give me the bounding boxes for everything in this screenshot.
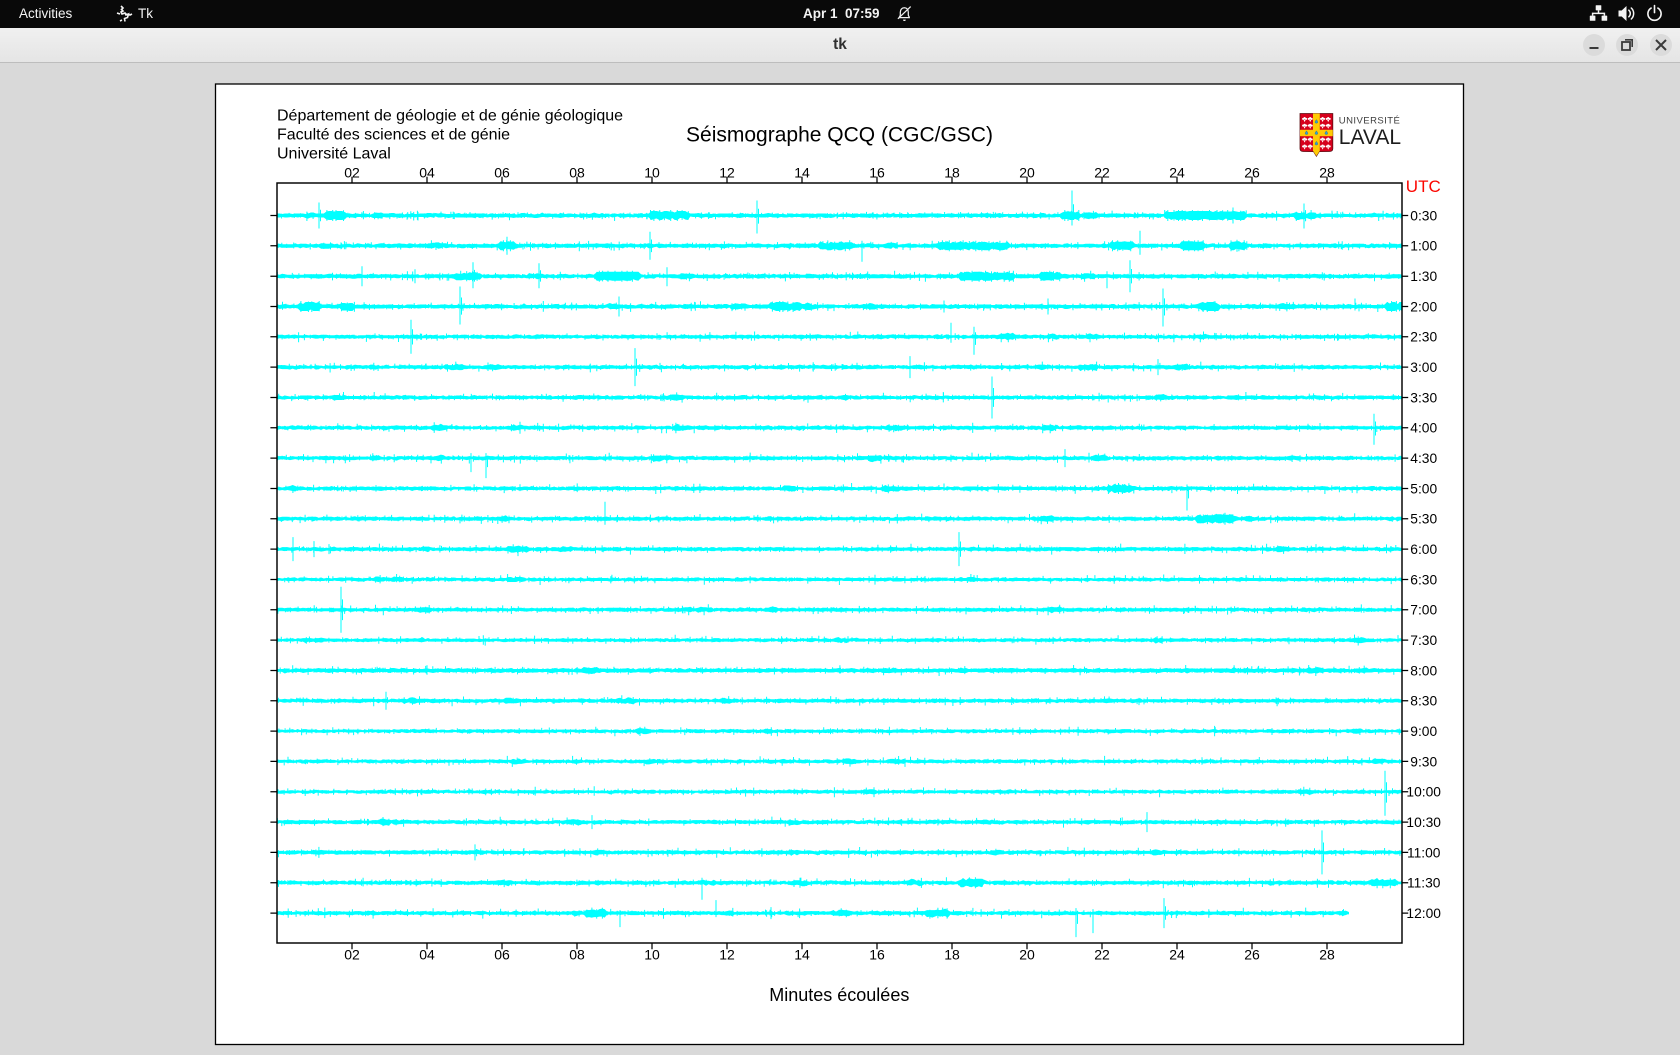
svg-text:UNIVERSITÉ: UNIVERSITÉ	[1339, 115, 1401, 126]
svg-text:16: 16	[869, 165, 885, 181]
svg-text:10: 10	[644, 165, 660, 181]
svg-text:Minutes écoulées: Minutes écoulées	[769, 985, 909, 1005]
svg-text:20: 20	[1019, 165, 1035, 181]
svg-text:1:00: 1:00	[1410, 239, 1437, 254]
svg-text:28: 28	[1319, 947, 1335, 963]
svg-text:04: 04	[419, 165, 435, 181]
svg-text:26: 26	[1244, 947, 1260, 963]
svg-text:Séismographe QCQ (CGC/GSC): Séismographe QCQ (CGC/GSC)	[686, 124, 993, 147]
svg-text:1:30: 1:30	[1410, 269, 1437, 284]
svg-text:08: 08	[569, 947, 585, 963]
svg-text:12: 12	[719, 947, 735, 963]
svg-text:9:00: 9:00	[1410, 724, 1437, 739]
svg-text:22: 22	[1094, 165, 1110, 181]
svg-text:10:30: 10:30	[1406, 815, 1441, 830]
svg-text:12:00: 12:00	[1406, 906, 1441, 921]
svg-text:28: 28	[1319, 165, 1335, 181]
svg-text:Département de géologie et de: Département de géologie et de génie géol…	[277, 107, 623, 124]
svg-text:3:00: 3:00	[1410, 360, 1437, 375]
svg-text:7:30: 7:30	[1410, 633, 1437, 648]
svg-text:02: 02	[344, 947, 360, 963]
svg-text:2:30: 2:30	[1410, 330, 1437, 345]
svg-text:10:00: 10:00	[1406, 785, 1441, 800]
svg-text:11:00: 11:00	[1407, 845, 1441, 860]
svg-text:12: 12	[719, 165, 735, 181]
svg-text:3:30: 3:30	[1410, 390, 1437, 405]
svg-text:14: 14	[794, 947, 810, 963]
svg-text:5:00: 5:00	[1410, 481, 1437, 496]
svg-text:8:30: 8:30	[1410, 694, 1437, 709]
svg-text:9:30: 9:30	[1410, 754, 1437, 769]
svg-text:18: 18	[944, 165, 960, 181]
svg-text:LAVAL: LAVAL	[1339, 126, 1401, 149]
svg-text:Université Laval: Université Laval	[277, 146, 391, 163]
svg-text:Faculté des sciences et de gén: Faculté des sciences et de génie	[277, 127, 510, 144]
svg-text:11:30: 11:30	[1407, 876, 1441, 891]
svg-text:6:00: 6:00	[1410, 542, 1437, 557]
svg-text:6:30: 6:30	[1410, 572, 1437, 587]
svg-text:4:00: 4:00	[1410, 421, 1437, 436]
svg-text:18: 18	[944, 947, 960, 963]
svg-text:UTC: UTC	[1406, 177, 1441, 196]
svg-text:4:30: 4:30	[1410, 451, 1437, 466]
svg-text:24: 24	[1169, 947, 1185, 963]
svg-text:08: 08	[569, 165, 585, 181]
svg-text:04: 04	[419, 947, 435, 963]
svg-text:24: 24	[1169, 165, 1185, 181]
svg-text:26: 26	[1244, 165, 1260, 181]
svg-text:14: 14	[794, 165, 810, 181]
svg-text:06: 06	[494, 165, 510, 181]
svg-text:22: 22	[1094, 947, 1110, 963]
svg-text:0:30: 0:30	[1410, 208, 1437, 223]
svg-text:10: 10	[644, 947, 660, 963]
svg-text:20: 20	[1019, 947, 1035, 963]
svg-text:7:00: 7:00	[1410, 603, 1437, 618]
svg-text:2:00: 2:00	[1410, 299, 1437, 314]
svg-text:02: 02	[344, 165, 360, 181]
svg-text:5:30: 5:30	[1410, 512, 1437, 527]
svg-text:8:00: 8:00	[1410, 663, 1437, 678]
svg-text:16: 16	[869, 947, 885, 963]
svg-text:06: 06	[494, 947, 510, 963]
